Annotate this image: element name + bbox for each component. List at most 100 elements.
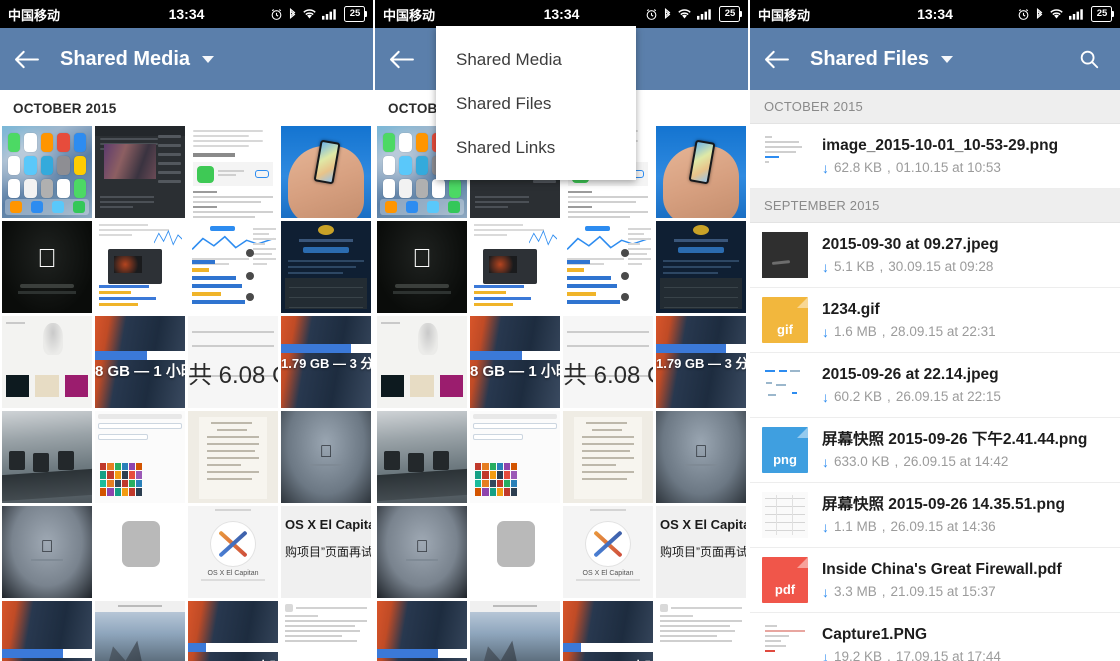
light-screenshot-thumbnail [762,362,808,408]
list-item[interactable]: image_2015-10-01_10-53-29.png ↓ 62.8 KB,… [750,124,1120,189]
media-tile[interactable] [95,221,185,313]
media-tile[interactable]: OS X El Capitan”失败购项目”页面再试一次。 [281,506,371,598]
menu-item-shared-files[interactable]: Shared Files [436,82,636,126]
media-tile[interactable] [563,221,653,313]
menu-item-shared-links[interactable]: Shared Links [436,126,636,170]
file-size: 19.2 KB [834,649,883,661]
list-item[interactable]: gif 1234.gif ↓ 1.6 MB, 28.09.15 at 22:31 [750,288,1120,353]
file-subtitle: ↓ 633.0 KB, 26.09.15 at 14:42 [822,453,1009,470]
media-tile[interactable]: 共 6.08 GB [188,316,278,408]
media-tile[interactable] [188,126,278,218]
media-tile[interactable]:  [377,506,467,598]
gif-file-icon: gif [762,297,808,343]
media-tile[interactable] [95,411,185,503]
file-date: 26.09.15 at 14:42 [903,454,1009,470]
media-tile[interactable] [188,411,278,503]
menu-item-shared-media[interactable]: Shared Media [436,38,636,82]
list-item[interactable]: 2015-09-26 at 22.14.jpeg ↓ 60.2 KB, 26.0… [750,353,1120,418]
download-icon: ↓ [822,453,829,470]
media-tile[interactable] [656,221,746,313]
file-size: 1.1 MB [834,519,877,535]
media-tile[interactable] [2,316,92,408]
gif-file-label: gif [762,297,808,343]
media-tile[interactable]: OS X El Capitan [188,506,278,598]
media-tile[interactable]:  [281,411,371,503]
png-file-label: png [762,427,808,473]
media-tile[interactable]: OS X El Capitan [563,506,653,598]
media-tile[interactable] [95,126,185,218]
list-item[interactable]: png 屏幕快照 2015-09-26 下午2.41.44.png ↓ 633.… [750,418,1120,483]
tile-caption: 8 GB — 15 小时 34 [563,656,653,661]
media-tile[interactable]:  [377,221,467,313]
chevron-down-icon[interactable] [202,55,215,63]
media-tile[interactable] [563,411,653,503]
tile-caption: 1.79 GB — 3 分钟 [281,355,371,371]
app-bar: Shared Files [750,28,1120,90]
media-tile[interactable]: 1.79 GB — 3 分钟 [656,316,746,408]
chevron-down-icon[interactable] [940,55,953,63]
file-subtitle: ↓ 19.2 KB, 17.09.15 at 17:44 [822,649,1108,661]
alarm-icon [1017,8,1030,21]
media-tile[interactable] [95,506,185,598]
media-tile[interactable] [377,316,467,408]
signal-icon [322,8,339,20]
media-tile[interactable]: 8 GB — 1 小时 [95,316,185,408]
file-date: 21.09.15 at 15:37 [890,584,996,600]
file-meta: 屏幕快照 2015-09-26 下午2.41.44.png ↓ 633.0 KB… [822,431,1108,470]
list-item[interactable]: pdf Inside China's Great Firewall.pdf ↓ … [750,548,1120,613]
file-meta: 2015-09-26 at 22.14.jpeg ↓ 60.2 KB, 26.0… [822,366,1108,405]
media-tile[interactable]: 1.79 GB — 3 分钟 [281,316,371,408]
media-tile[interactable]:  [2,506,92,598]
media-tile[interactable] [188,221,278,313]
file-meta: 屏幕快照 2015-09-26 14.35.51.png ↓ 1.1 MB, 2… [822,496,1108,535]
media-tile[interactable] [2,126,92,218]
wifi-icon [677,8,692,20]
media-tile[interactable] [281,601,371,661]
media-tile[interactable]: 共 6.08 GB [563,316,653,408]
battery-icon: 25 [344,6,367,22]
media-tile[interactable] [95,601,185,661]
media-tile[interactable] [470,411,560,503]
file-meta: Capture1.PNG ↓ 19.2 KB, 17.09.15 at 17:4… [822,626,1108,661]
capture-thumbnail [762,622,808,661]
media-tile[interactable]: OS X El Capitan”失败购项目”页面再试一次。 [656,506,746,598]
search-icon[interactable] [1072,48,1106,70]
media-tile[interactable]: 8 GB — 1 小时 [470,316,560,408]
media-tile[interactable] [470,601,560,661]
status-icons: 25 [270,6,367,22]
back-button[interactable] [389,50,429,69]
media-tile[interactable] [281,126,371,218]
media-tile[interactable] [2,411,92,503]
media-tile[interactable]:  [2,221,92,313]
media-tile[interactable]: 1.79 GB — 正在计 [377,601,467,661]
tile-caption: 8 GB — 1 小时 [470,363,560,381]
back-button[interactable] [764,50,804,69]
back-button[interactable] [14,50,54,69]
media-tile[interactable] [656,126,746,218]
status-bar: 中国移动 13:34 25 [0,0,373,28]
list-item[interactable]: 2015-09-30 at 09.27.jpeg ↓ 5.1 KB, 30.09… [750,223,1120,288]
media-tile[interactable]: 8 GB — 15 小时 34 [563,601,653,661]
media-tile[interactable] [281,221,371,313]
list-item[interactable]: Capture1.PNG ↓ 19.2 KB, 17.09.15 at 17:4… [750,613,1120,661]
dark-screenshot-thumbnail [762,232,808,278]
file-name: image_2015-10-01_10-53-29.png [822,136,1059,154]
file-subtitle: ↓ 1.1 MB, 26.09.15 at 14:36 [822,518,996,535]
media-tile[interactable]: 1.79 GB — 正在计 [2,601,92,661]
file-date: 17.09.15 at 17:44 [895,649,1001,661]
list-item[interactable]: 屏幕快照 2015-09-26 14.35.51.png ↓ 1.1 MB, 2… [750,483,1120,548]
media-tile[interactable]: 8 GB — 15 小时 34 [188,601,278,661]
file-date: 01.10.15 at 10:53 [895,160,1001,176]
file-name: 2015-09-26 at 22.14.jpeg [822,365,999,383]
download-icon: ↓ [822,518,829,535]
file-size: 3.3 MB [834,584,877,600]
media-tile[interactable]:  [656,411,746,503]
file-name: 2015-09-30 at 09.27.jpeg [822,235,999,253]
screenshot-shared-files: 中国移动 13:34 25 Shared Files OCTOBER 2015 … [750,0,1120,661]
status-bar: 中国移动 13:34 25 [375,0,748,28]
media-tile[interactable] [470,221,560,313]
media-tile[interactable] [656,601,746,661]
media-tile[interactable] [377,411,467,503]
title-dropdown-menu[interactable]: Shared Media Shared Files Shared Links [436,26,636,180]
media-tile[interactable] [470,506,560,598]
